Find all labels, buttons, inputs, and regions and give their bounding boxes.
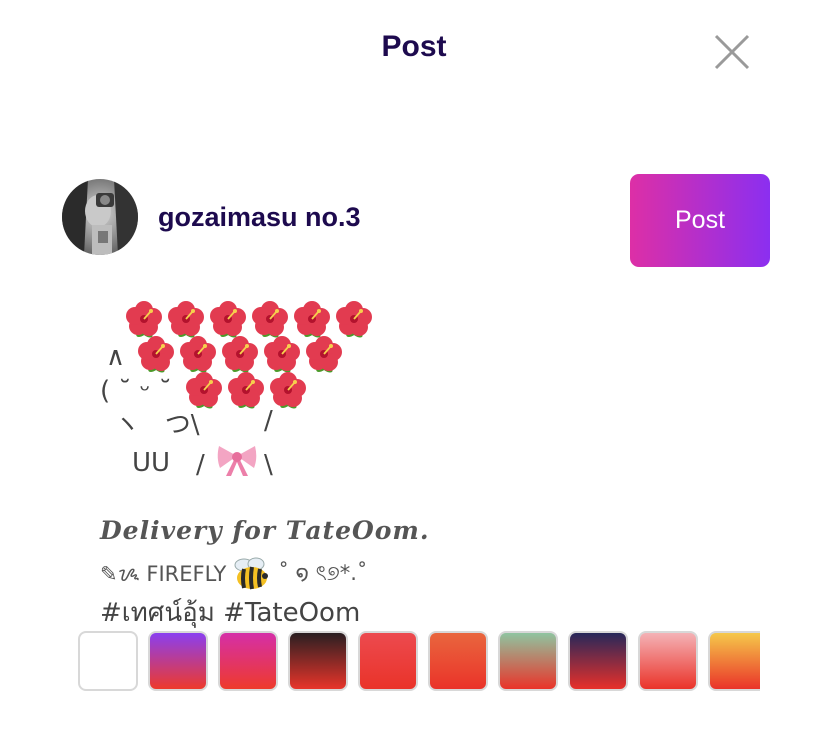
- caption-firefly: ✎ᝰ FIREFLY: [100, 562, 227, 586]
- swatch-dark-red[interactable]: [288, 631, 348, 691]
- caption-hashtags: #เทศน์อุ้ม #TateOom: [100, 598, 361, 628]
- art-face: ( ˘ ᵕ ˘: [100, 376, 172, 406]
- caption-title: 𝑫𝒆𝒍𝒊𝒗𝒆𝒓𝒚 𝒇𝒐𝒓 𝑻𝒂𝒕𝒆𝑶𝒐𝒎.: [100, 516, 430, 545]
- art-bouquet-base-left: /: [196, 450, 205, 480]
- post-button[interactable]: Post: [630, 174, 770, 267]
- swatch-magenta-red[interactable]: [218, 631, 278, 691]
- hibiscus-icon: [220, 334, 260, 374]
- user-row: gozaimasu no.3: [62, 179, 482, 255]
- swatch-pink-red[interactable]: [638, 631, 698, 691]
- hibiscus-icon: [208, 299, 248, 339]
- hibiscus-icon: [292, 299, 332, 339]
- hibiscus-icon: [226, 370, 266, 410]
- swatch-white[interactable]: [78, 631, 138, 691]
- hibiscus-icon: [304, 334, 344, 374]
- bee-icon: [234, 557, 269, 590]
- post-caption[interactable]: 𝑫𝒆𝒍𝒊𝒗𝒆𝒓𝒚 𝒇𝒐𝒓 𝑻𝒂𝒕𝒆𝑶𝒐𝒎. ✎ᝰ FIREFLY ˚ ໑ ৎ୭*…: [100, 516, 660, 628]
- hibiscus-icon: [178, 334, 218, 374]
- page-title: Post: [381, 30, 447, 63]
- caption-decoration: ˚ ໑ ৎ୭*.˚: [278, 560, 368, 585]
- hibiscus-icon: [184, 370, 224, 410]
- swatch-purple-red[interactable]: [148, 631, 208, 691]
- hibiscus-icon: [136, 334, 176, 374]
- hibiscus-icon: [250, 299, 290, 339]
- ribbon-icon: [217, 446, 257, 476]
- art-ears: ∧: [106, 342, 126, 372]
- art-feet: UU: [132, 448, 171, 478]
- swatch-red[interactable]: [358, 631, 418, 691]
- avatar[interactable]: [62, 179, 138, 255]
- art-bouquet-right: /: [264, 406, 273, 436]
- swatch-yellow-red[interactable]: [708, 631, 760, 691]
- hibiscus-icon: [124, 299, 164, 339]
- caption-line: ✎ᝰ FIREFLY ˚ ໑ ৎ୭*.˚: [100, 556, 660, 592]
- art-bouquet-base-right: \: [264, 450, 273, 480]
- hibiscus-icon: [166, 299, 206, 339]
- art-arms: ヽ つ\: [114, 410, 200, 440]
- hibiscus-icon: [262, 334, 302, 374]
- swatch-orange-red[interactable]: [428, 631, 488, 691]
- hibiscus-icon: [268, 370, 308, 410]
- close-icon[interactable]: [710, 30, 754, 74]
- username[interactable]: gozaimasu no.3: [158, 202, 361, 233]
- background-swatch-bar: [78, 631, 760, 693]
- swatch-green-red[interactable]: [498, 631, 558, 691]
- swatch-navy-red[interactable]: [568, 631, 628, 691]
- hibiscus-icon: [334, 299, 374, 339]
- header: Post: [0, 0, 828, 100]
